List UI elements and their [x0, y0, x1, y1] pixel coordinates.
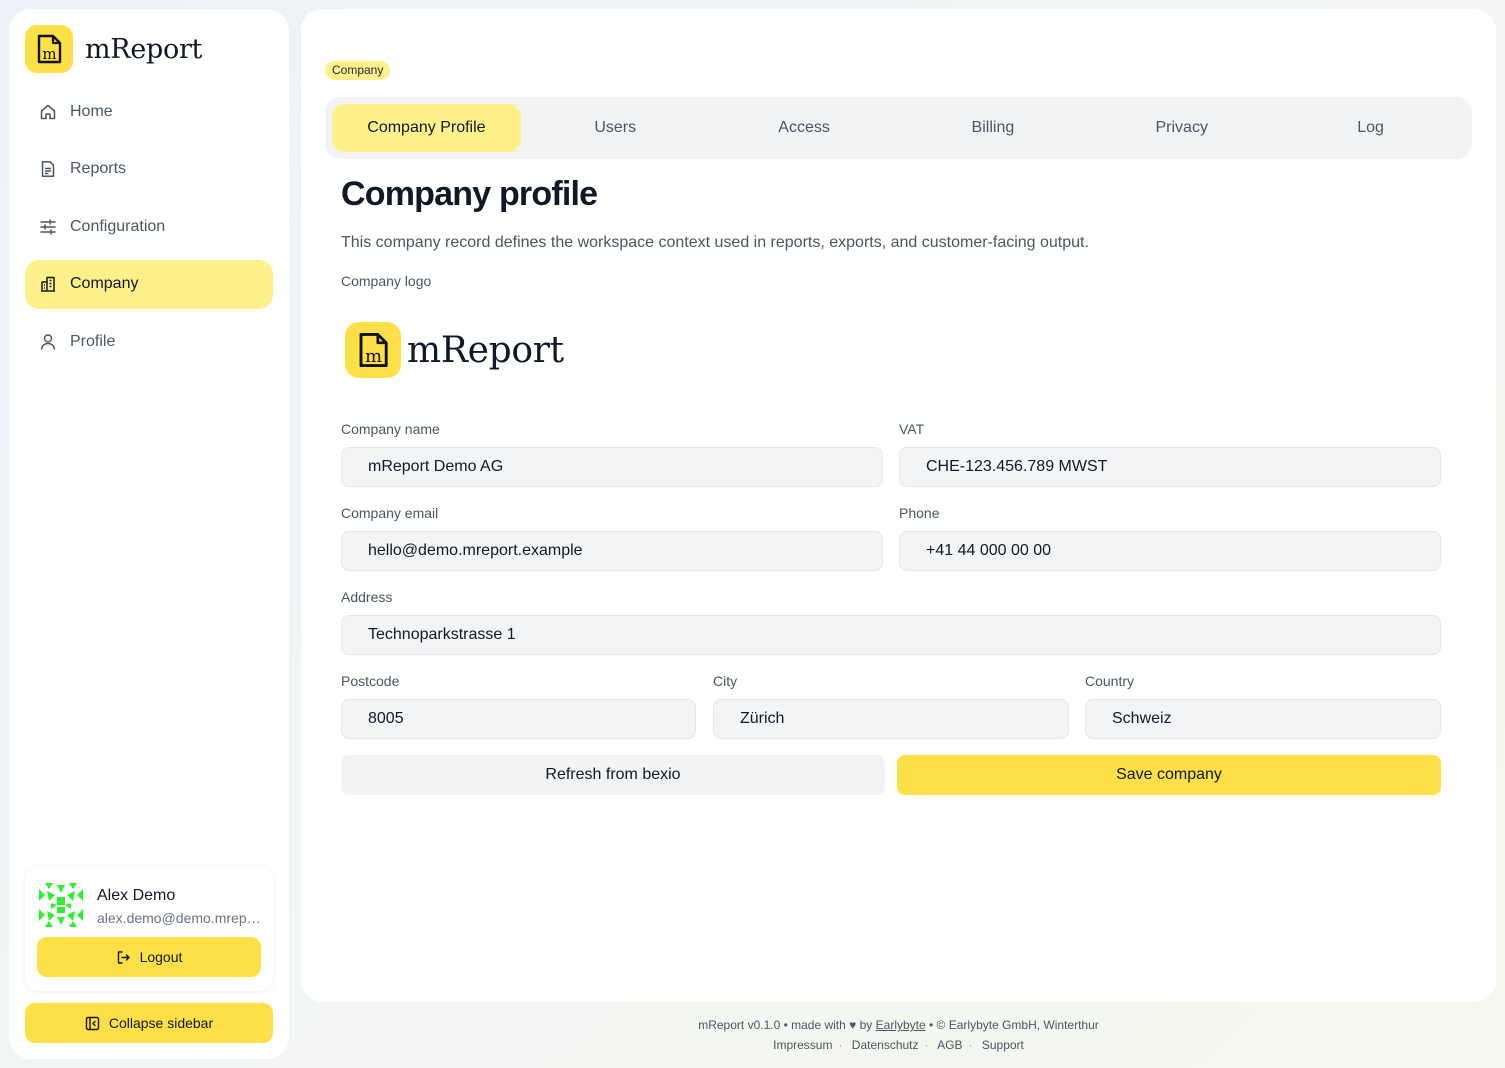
user-name: Alex Demo: [97, 887, 176, 904]
tab-users[interactable]: Users: [521, 104, 710, 152]
collapse-sidebar-label: Collapse sidebar: [108, 1015, 214, 1031]
breadcrumb[interactable]: Company: [325, 61, 391, 80]
user-email: alex.demo@demo.mreport.example: [97, 910, 265, 926]
tab-bar: Company Profile Users Access Billing Pri…: [325, 97, 1472, 159]
sliders-icon: [39, 218, 57, 236]
company-name-input[interactable]: [341, 447, 883, 487]
sidebar-item-profile[interactable]: Profile: [25, 317, 273, 366]
city-label: City: [713, 673, 738, 689]
sidebar-item-label: Reports: [70, 160, 127, 177]
phone-label: Phone: [899, 505, 940, 521]
tab-access[interactable]: Access: [710, 104, 899, 152]
phone-input[interactable]: [899, 531, 1441, 571]
refresh-from-bexio-button[interactable]: Refresh from bexio: [341, 755, 885, 795]
logout-icon: [116, 950, 131, 965]
company-logo-icon: m: [345, 322, 401, 378]
logout-button[interactable]: Logout: [37, 937, 261, 977]
page-description: This company record defines the workspac…: [341, 234, 1089, 251]
city-input[interactable]: [713, 699, 1069, 739]
sidebar-item-label: Configuration: [70, 217, 166, 235]
logout-label: Logout: [139, 949, 183, 965]
tab-company-profile[interactable]: Company Profile: [332, 104, 521, 152]
sidebar: m mReport Home Reports Configuration Com…: [9, 9, 289, 1059]
footer-made-with: mReport v0.1.0 • made with ♥ by: [698, 1018, 873, 1032]
main-panel: Company Company Profile Users Access Bil…: [301, 9, 1496, 1002]
tab-log[interactable]: Log: [1276, 104, 1465, 152]
tab-billing[interactable]: Billing: [898, 104, 1087, 152]
svg-text:m: m: [42, 45, 56, 63]
sidebar-item-reports[interactable]: Reports: [25, 145, 273, 194]
footer-link-agb[interactable]: AGB: [937, 1038, 962, 1052]
postcode-label: Postcode: [341, 673, 400, 689]
footer-link-datenschutz[interactable]: Datenschutz: [852, 1038, 919, 1052]
sidebar-item-home[interactable]: Home: [25, 87, 273, 136]
user-card: Alex Demo alex.demo@demo.mreport.example…: [25, 867, 273, 991]
footer-credits: mReport v0.1.0 • made with ♥ by Earlybyt…: [301, 1015, 1496, 1035]
postcode-input[interactable]: [341, 699, 696, 739]
vat-input[interactable]: [899, 447, 1441, 487]
company-logo[interactable]: m mReport: [345, 322, 564, 378]
brand[interactable]: m mReport: [25, 25, 202, 73]
company-name-label: Company name: [341, 421, 440, 437]
footer-link-impressum[interactable]: Impressum: [773, 1038, 832, 1052]
sidebar-item-label: Company: [70, 275, 139, 292]
country-input[interactable]: [1085, 699, 1441, 739]
footer-copyright: • © Earlybyte GmbH, Winterthur: [929, 1018, 1099, 1032]
sidebar-item-label: Home: [70, 102, 113, 120]
footer-link-support[interactable]: Support: [982, 1038, 1024, 1052]
page-title: Company profile: [341, 175, 598, 213]
sidebar-nav: Home Reports Configuration Company Profi…: [25, 87, 273, 375]
company-email-label: Company email: [341, 505, 439, 521]
address-input[interactable]: [341, 615, 1441, 655]
collapse-sidebar-button[interactable]: Collapse sidebar: [25, 1003, 273, 1043]
app-name: mReport: [85, 33, 203, 65]
sidebar-item-configuration[interactable]: Configuration: [25, 202, 273, 251]
app-logo-icon: m: [25, 25, 73, 73]
company-logo-text: mReport: [407, 329, 564, 371]
footer-author-link[interactable]: Earlybyte: [876, 1018, 926, 1032]
footer: mReport v0.1.0 • made with ♥ by Earlybyt…: [301, 1015, 1496, 1055]
company-email-input[interactable]: [341, 531, 883, 571]
tab-privacy[interactable]: Privacy: [1087, 104, 1276, 152]
company-logo-label: Company logo: [341, 273, 432, 289]
vat-label: VAT: [899, 421, 925, 437]
user-icon: [39, 333, 57, 351]
save-company-button[interactable]: Save company: [897, 755, 1441, 795]
building-icon: [39, 275, 57, 293]
country-label: Country: [1085, 673, 1135, 689]
sidebar-item-company[interactable]: Company: [25, 259, 273, 309]
svg-text:m: m: [365, 346, 382, 367]
reports-icon: [39, 160, 57, 178]
collapse-sidebar-icon: [85, 1016, 100, 1031]
avatar: [37, 881, 85, 929]
sidebar-item-label: Profile: [70, 332, 116, 350]
home-icon: [39, 103, 57, 121]
footer-links: Impressum · Datenschutz · AGB · Support: [773, 1038, 1024, 1052]
address-label: Address: [341, 589, 393, 605]
